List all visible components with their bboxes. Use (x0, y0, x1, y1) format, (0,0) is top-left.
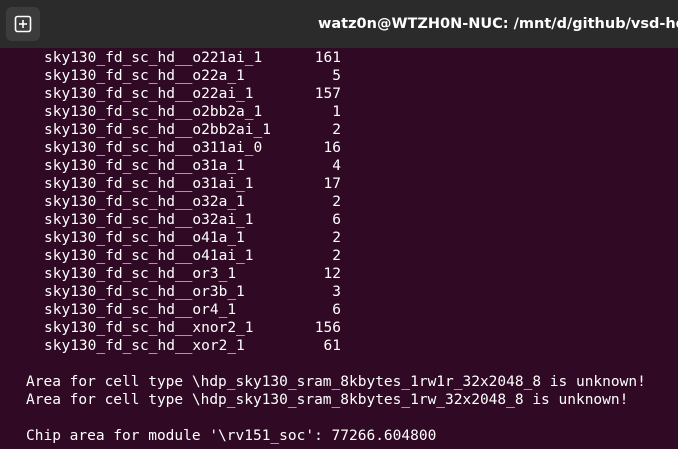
cell-stat-row: sky130_fd_sc_hd__o2bb2ai_1 2 (44, 121, 344, 139)
cell-type-name: sky130_fd_sc_hd__o2bb2ai_1 (44, 122, 271, 138)
cell-stat-row: sky130_fd_sc_hd__o32ai_1 6 (44, 211, 344, 229)
new-tab-icon (14, 15, 32, 33)
cell-count: 5 (332, 68, 341, 84)
cell-type-name: sky130_fd_sc_hd__o32ai_1 (44, 212, 254, 228)
cell-count: 3 (332, 284, 341, 300)
cell-count: 16 (323, 140, 341, 156)
cell-type-name: sky130_fd_sc_hd__or3_1 (44, 266, 237, 282)
cell-stat-row: sky130_fd_sc_hd__o22a_1 5 (44, 67, 344, 85)
terminal-window: watz0n@WTZH0N-NUC: /mnt/d/github/vsd-hdp… (0, 0, 678, 449)
cell-stat-row: sky130_fd_sc_hd__o32a_1 2 (44, 193, 344, 211)
cell-type-name: sky130_fd_sc_hd__o311ai_0 (44, 140, 263, 156)
cell-stat-row: sky130_fd_sc_hd__o311ai_0 16 (44, 139, 344, 157)
cell-type-name: sky130_fd_sc_hd__o22a_1 (44, 68, 245, 84)
cell-stat-row: sky130_fd_sc_hd__o31a_1 4 (44, 157, 344, 175)
cell-stat-row: sky130_fd_sc_hd__o221ai_1 161 (44, 49, 344, 67)
cell-count: 161 (314, 50, 341, 66)
cell-type-name: sky130_fd_sc_hd__or3b_1 (44, 284, 245, 300)
cell-type-name: sky130_fd_sc_hd__xnor2_1 (44, 320, 254, 336)
cell-type-name: sky130_fd_sc_hd__o31a_1 (44, 158, 245, 174)
cell-count: 17 (323, 176, 341, 192)
cell-stat-row: sky130_fd_sc_hd__o22ai_1 157 (44, 85, 344, 103)
cell-type-name: sky130_fd_sc_hd__o41ai_1 (44, 248, 254, 264)
cell-type-name: sky130_fd_sc_hd__xor2_1 (44, 338, 245, 354)
cell-count: 157 (314, 86, 341, 102)
terminal-output[interactable]: sky130_fd_sc_hd__o221ai_1 161 sky130_fd_sc… (0, 48, 678, 449)
cell-count: 1 (332, 104, 341, 120)
cell-count: 2 (332, 194, 341, 210)
cell-stat-row: sky130_fd_sc_hd__or3b_1 3 (44, 283, 344, 301)
cell-stat-row: sky130_fd_sc_hd__o41a_1 2 (44, 229, 344, 247)
cell-stat-row: sky130_fd_sc_hd__o41ai_1 2 (44, 247, 344, 265)
chip-area-line: Chip area for module '\rv151_soc': 77266… (26, 428, 437, 444)
cell-stats-list: sky130_fd_sc_hd__o221ai_1 161 sky130_fd_sc… (44, 49, 344, 355)
cell-type-name: sky130_fd_sc_hd__o32a_1 (44, 194, 245, 210)
cell-type-name: sky130_fd_sc_hd__o31ai_1 (44, 176, 254, 192)
cell-count: 2 (332, 248, 341, 264)
cell-count: 61 (323, 338, 341, 354)
warning-line-2: Area for cell type \hdp_sky130_sram_8kby… (26, 392, 629, 408)
cell-count: 2 (332, 230, 341, 246)
cell-count: 12 (323, 266, 341, 282)
title-bar: watz0n@WTZH0N-NUC: /mnt/d/github/vsd-hdp… (0, 0, 678, 48)
warning-line-1: Area for cell type \hdp_sky130_sram_8kby… (26, 374, 646, 390)
cell-type-name: sky130_fd_sc_hd__o2bb2a_1 (44, 104, 263, 120)
cell-stat-row: sky130_fd_sc_hd__or4_1 6 (44, 301, 344, 319)
cell-count: 6 (332, 302, 341, 318)
cell-stat-row: sky130_fd_sc_hd__o31ai_1 17 (44, 175, 344, 193)
cell-stat-row: sky130_fd_sc_hd__xnor2_1 156 (44, 319, 344, 337)
new-tab-button[interactable] (6, 7, 40, 41)
cell-count: 4 (332, 158, 341, 174)
cell-stat-row: sky130_fd_sc_hd__or3_1 12 (44, 265, 344, 283)
cell-stat-row: sky130_fd_sc_hd__xor2_1 61 (44, 337, 344, 355)
cell-type-name: sky130_fd_sc_hd__o221ai_1 (44, 50, 263, 66)
cell-count: 2 (332, 122, 341, 138)
window-title: watz0n@WTZH0N-NUC: /mnt/d/github/vsd-hdp… (318, 16, 678, 32)
cell-type-name: sky130_fd_sc_hd__or4_1 (44, 302, 237, 318)
cell-stat-row: sky130_fd_sc_hd__o2bb2a_1 1 (44, 103, 344, 121)
cell-count: 6 (332, 212, 341, 228)
cell-count: 156 (314, 320, 341, 336)
cell-type-name: sky130_fd_sc_hd__o41a_1 (44, 230, 245, 246)
cell-type-name: sky130_fd_sc_hd__o22ai_1 (44, 86, 254, 102)
